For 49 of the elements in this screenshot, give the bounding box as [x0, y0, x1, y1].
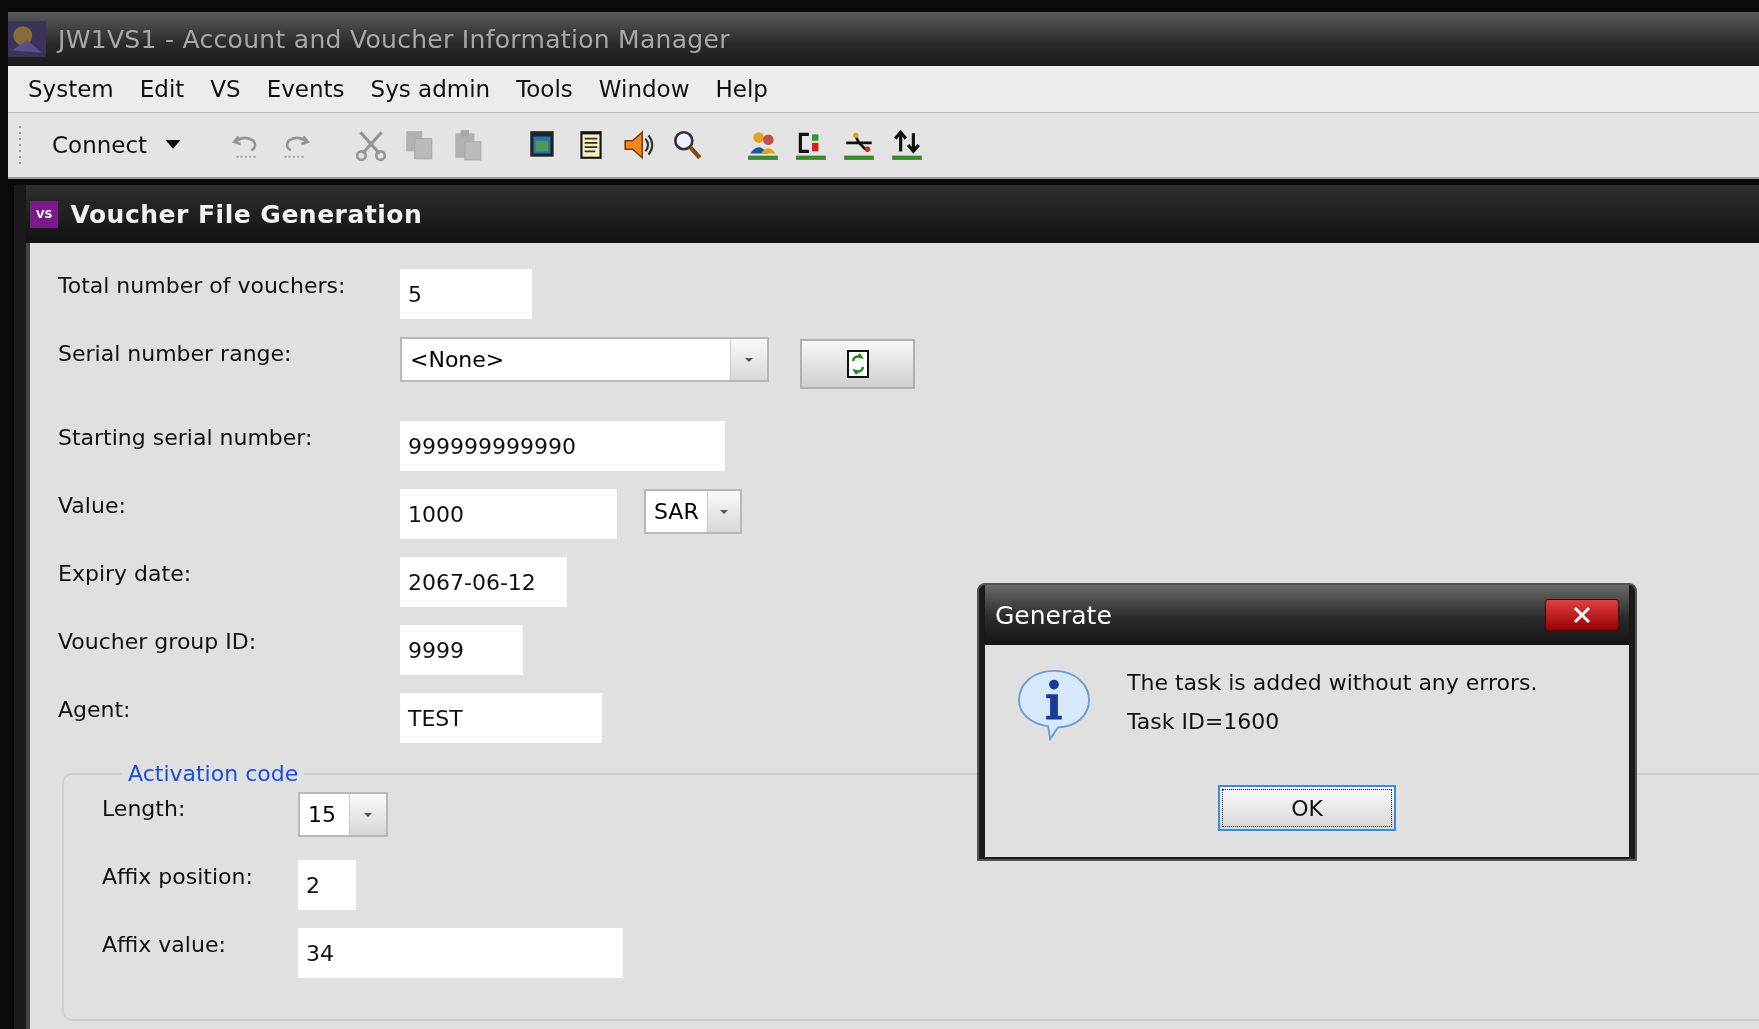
refresh-button[interactable] — [800, 339, 915, 389]
refresh-icon — [845, 349, 870, 379]
caret-icon — [744, 356, 754, 363]
input-field[interactable]: 999999999990 — [400, 421, 725, 471]
toolbar-grip-icon[interactable] — [18, 125, 22, 165]
menu-item[interactable]: Help — [705, 74, 778, 104]
group-title: Activation code — [127, 761, 300, 786]
input-field[interactable]: 5 — [400, 269, 532, 319]
field-label: Length: — [102, 795, 187, 821]
connect-button[interactable]: Connect — [46, 128, 188, 162]
field-label: Value: — [58, 492, 127, 518]
input-field[interactable]: 1000 — [400, 489, 617, 539]
field-label: Affix value: — [102, 931, 227, 957]
input-field[interactable]: 34 — [298, 928, 623, 978]
window-title: JW1VS1 - Account and Voucher Information Manager — [58, 24, 730, 54]
close-icon — [1572, 606, 1592, 624]
menu-item[interactable]: Edit — [129, 74, 195, 104]
close-button[interactable] — [1545, 599, 1619, 631]
menu-item[interactable]: VS — [200, 74, 251, 104]
input-field[interactable]: 9999 — [400, 625, 523, 675]
field-label: Total number of vouchers: — [58, 272, 347, 298]
field-label: Affix position: — [102, 863, 254, 889]
caret-icon — [165, 140, 182, 150]
menu-item[interactable]: System — [18, 74, 124, 104]
menu-item[interactable]: Events — [256, 74, 355, 104]
field-label: Expiry date: — [58, 560, 193, 586]
menu-item[interactable]: Tools — [506, 74, 583, 104]
dialog-message: The task is added without any errors. — [1127, 669, 1538, 697]
dialog-title: Generate — [995, 600, 1112, 630]
field-label: Agent: — [58, 696, 132, 722]
field-label: Serial number range: — [58, 340, 293, 366]
input-field[interactable]: 2067-06-12 — [400, 557, 567, 607]
input-field[interactable]: TEST — [400, 693, 602, 743]
currency-dropdown[interactable]: SAR — [644, 489, 742, 534]
field-label: Starting serial number: — [58, 424, 314, 450]
field-label: Voucher group ID: — [58, 628, 258, 654]
dialog-message: Task ID=1600 — [1127, 708, 1281, 736]
ok-button[interactable]: OK — [1218, 785, 1396, 831]
caret-icon — [718, 508, 729, 515]
menu-item[interactable]: Sys admin — [360, 74, 501, 104]
child-window-title: Voucher File Generation — [70, 199, 423, 229]
app-icon — [8, 21, 46, 57]
window-badge: VS — [30, 200, 59, 228]
dropdown[interactable]: <None> — [400, 337, 769, 382]
info-icon — [1015, 667, 1093, 741]
input-field[interactable]: 2 — [298, 860, 356, 910]
menu-item[interactable]: Window — [588, 74, 700, 104]
dropdown[interactable]: 15 — [298, 792, 388, 837]
caret-icon — [363, 811, 373, 818]
